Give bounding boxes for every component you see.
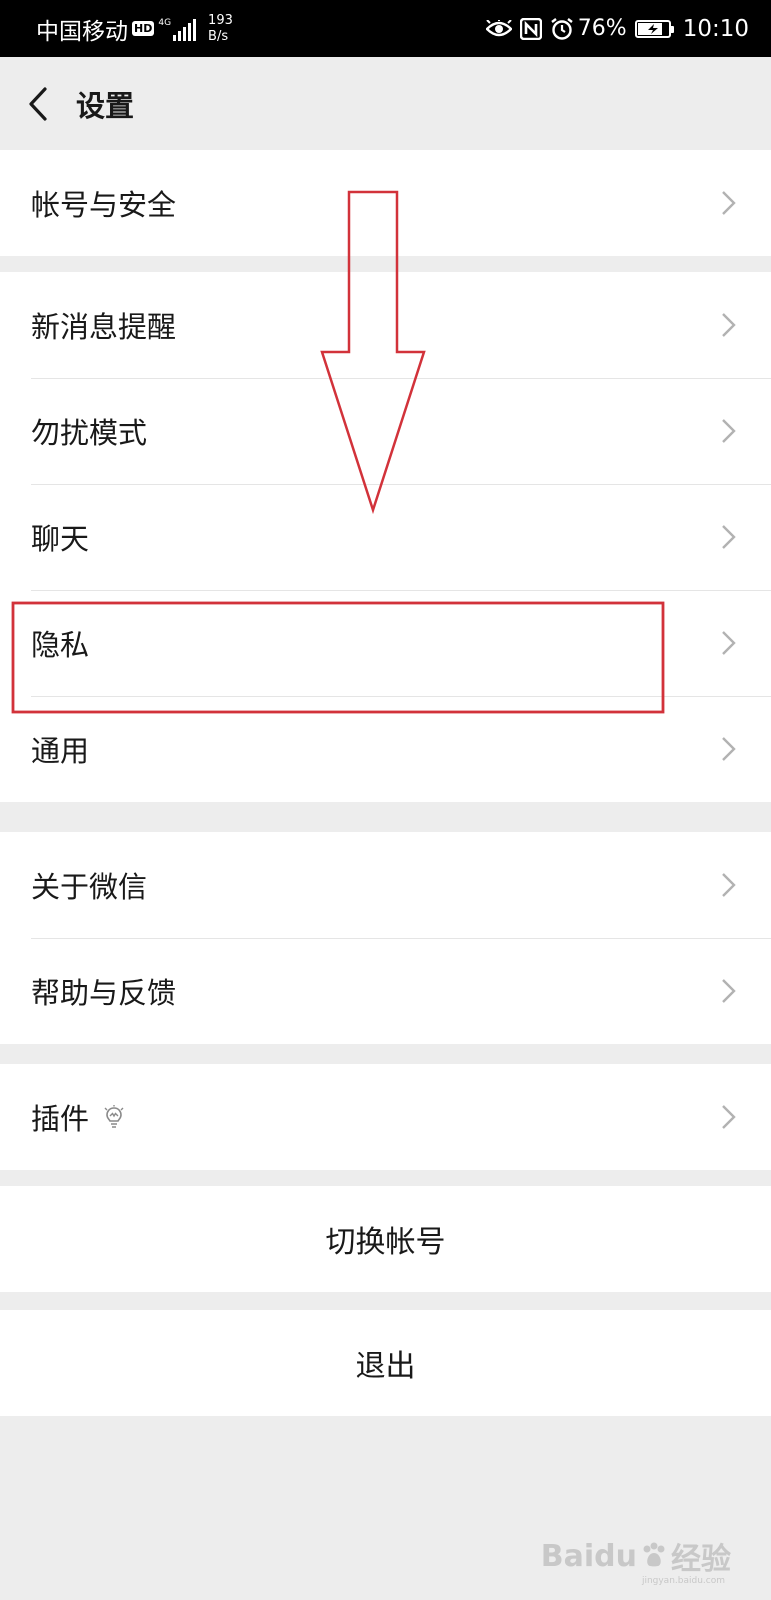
settings-item-label: 勿扰模式 — [31, 416, 148, 450]
network-type: 4G — [158, 17, 172, 28]
settings-item-help-feedback[interactable]: 帮助与反馈 — [0, 938, 771, 1044]
hd-badge: HD — [132, 21, 155, 36]
settings-item-notifications[interactable]: 新消息提醒 — [0, 272, 771, 378]
status-bar: 中国移动 HD 4G 193 B/s 76% 10:10 — [0, 0, 771, 57]
settings-item-account-security[interactable]: 帐号与安全 — [0, 150, 771, 256]
settings-item-privacy[interactable]: 隐私 — [0, 590, 771, 696]
eye-comfort-icon — [485, 19, 512, 38]
settings-item-about-wechat[interactable]: 关于微信 — [0, 832, 771, 938]
settings-item-label: 新消息提醒 — [31, 310, 177, 344]
chevron-right-icon — [722, 313, 736, 337]
settings-group-account: 帐号与安全 — [0, 150, 771, 256]
chevron-left-icon — [29, 86, 47, 121]
lightbulb-icon — [103, 1105, 125, 1129]
back-button[interactable] — [0, 57, 76, 150]
logout-label: 退出 — [355, 1349, 416, 1384]
signal-icon: 4G — [158, 17, 198, 41]
chevron-right-icon — [722, 1105, 736, 1129]
settings-item-chat[interactable]: 聊天 — [0, 484, 771, 590]
logout-button[interactable]: 退出 — [0, 1310, 771, 1416]
chevron-right-icon — [722, 737, 736, 761]
settings-item-label: 隐私 — [31, 628, 90, 662]
paw-icon — [643, 1542, 665, 1567]
watermark-brand: Baidu — [540, 1538, 637, 1574]
settings-group-plugins: 插件 — [0, 1064, 771, 1170]
baidu-watermark: Baidu 经验 jingyan.baidu.com — [540, 1534, 731, 1587]
switch-account-button[interactable]: 切换帐号 — [0, 1186, 771, 1292]
chevron-right-icon — [722, 979, 736, 1003]
settings-item-label: 帮助与反馈 — [31, 976, 177, 1010]
alarm-icon — [550, 17, 574, 41]
settings-item-label: 聊天 — [31, 522, 90, 556]
status-bar-right: 76% 10:10 — [478, 16, 749, 42]
chevron-right-icon — [722, 631, 736, 655]
settings-group-about: 关于微信 帮助与反馈 — [0, 832, 771, 1044]
settings-item-label: 帐号与安全 — [31, 188, 177, 222]
settings-item-label: 关于微信 — [31, 870, 148, 904]
switch-account-label: 切换帐号 — [325, 1225, 446, 1260]
clock: 10:10 — [682, 15, 749, 42]
settings-item-plugins-label: 插件 — [31, 1096, 125, 1138]
watermark-url: jingyan.baidu.com — [641, 1576, 725, 1586]
chevron-right-icon — [722, 191, 736, 215]
nfc-icon — [519, 17, 542, 40]
nav-header: 设置 — [0, 57, 771, 150]
chevron-right-icon — [722, 525, 736, 549]
battery-charging-icon — [634, 19, 674, 38]
settings-item-label: 通用 — [31, 734, 90, 768]
network-speed: 193 B/s — [208, 13, 233, 45]
settings-item-label: 插件 — [31, 1102, 90, 1136]
settings-item-general[interactable]: 通用 — [0, 696, 771, 802]
chevron-right-icon — [722, 873, 736, 897]
carrier-name: 中国移动 — [36, 18, 128, 45]
settings-item-plugins[interactable]: 插件 — [0, 1064, 771, 1170]
settings-group-main: 新消息提醒 勿扰模式 聊天 隐私 通用 — [0, 272, 771, 802]
settings-item-do-not-disturb[interactable]: 勿扰模式 — [0, 378, 771, 484]
speed-value: 193 — [208, 12, 233, 28]
page-title: 设置 — [76, 88, 135, 123]
chevron-right-icon — [722, 419, 736, 443]
watermark-brand-cn: 经验 — [671, 1542, 731, 1577]
battery-percent: 76% — [577, 16, 627, 41]
speed-unit: B/s — [208, 28, 229, 44]
status-bar-left: 中国移动 HD 4G 193 B/s — [36, 12, 233, 46]
